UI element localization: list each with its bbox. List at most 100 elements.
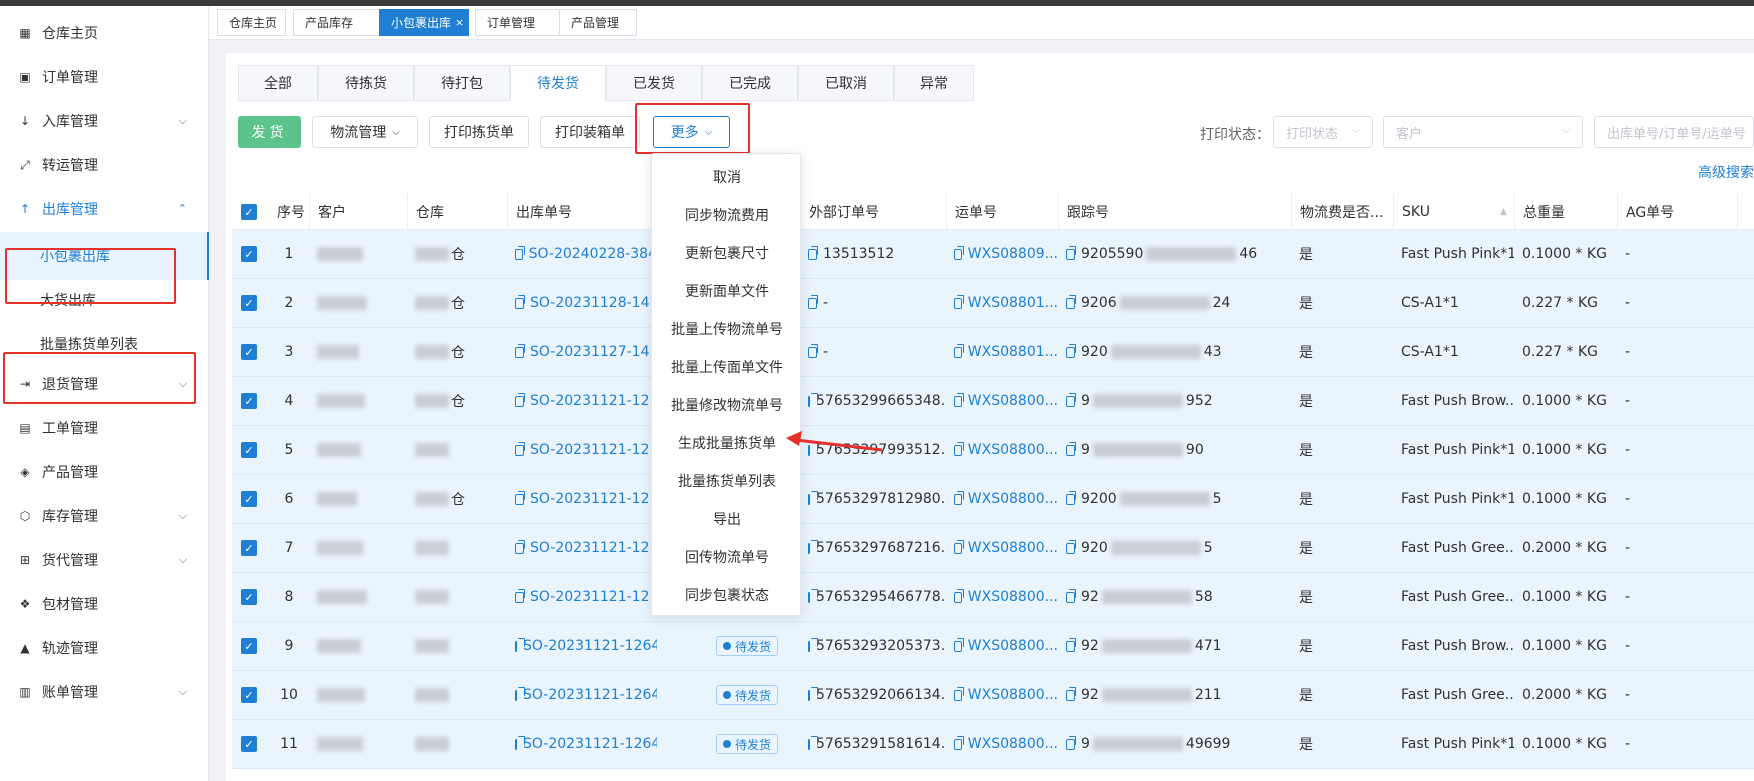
row-checkbox[interactable]: ✓ xyxy=(241,638,257,654)
menu-item-batch-upload-tracking[interactable]: 批量上传物流单号 xyxy=(652,310,802,348)
cell-waybill[interactable]: WXS08800... xyxy=(946,524,1058,572)
table-row[interactable]: ✓ 2 仓 SO-20231128-14 - WXS08801... 9206 24 是 CS-A… xyxy=(232,279,1754,328)
sidebar-item-inbound[interactable]: ↓ 入库管理 ⌵ xyxy=(0,100,209,142)
cell-waybill[interactable]: WXS08801... xyxy=(946,328,1058,376)
copy-icon[interactable] xyxy=(515,539,525,554)
row-checkbox[interactable]: ✓ xyxy=(241,393,257,409)
outbound-no-link[interactable]: SO-20231128-14 xyxy=(530,295,649,311)
tag-product-management[interactable]: 产品管理 xyxy=(559,9,637,36)
tab-completed[interactable]: 已完成 xyxy=(702,65,798,101)
tab-shipped[interactable]: 已发货 xyxy=(606,65,702,101)
copy-icon[interactable] xyxy=(515,588,525,603)
menu-item-return-tracking[interactable]: 回传物流单号 xyxy=(652,538,802,576)
copy-icon[interactable] xyxy=(954,343,964,358)
cell-outbound-no[interactable]: SO-20231121-12 xyxy=(507,426,657,474)
sidebar-item-tracking[interactable]: ▲ 轨迹管理 xyxy=(0,627,209,669)
row-checkbox[interactable]: ✓ xyxy=(241,687,257,703)
outbound-no-link[interactable]: SO-20231121-12 xyxy=(530,540,649,556)
copy-icon[interactable] xyxy=(954,588,964,603)
cell-waybill[interactable]: WXS08800... xyxy=(946,426,1058,474)
waybill-link[interactable]: WXS08809... xyxy=(968,246,1058,262)
copy-icon[interactable] xyxy=(808,490,818,505)
outbound-no-link[interactable]: SO-20231121-12 xyxy=(530,589,649,605)
menu-item-generate-batch-pick-list[interactable]: 生成批量拣货单 xyxy=(652,424,802,462)
copy-icon[interactable] xyxy=(515,441,525,456)
sidebar-item-warehouse-home[interactable]: ▦ 仓库主页 xyxy=(0,12,209,54)
copy-icon[interactable] xyxy=(808,637,818,652)
waybill-link[interactable]: WXS08800... xyxy=(968,491,1058,507)
copy-icon[interactable] xyxy=(515,294,525,309)
tag-warehouse-home[interactable]: 仓库主页 xyxy=(217,9,286,36)
sidebar-item-tickets[interactable]: ▤ 工单管理 xyxy=(0,407,209,449)
sort-icon[interactable]: ▲ xyxy=(1500,207,1507,217)
tab-all[interactable]: 全部 xyxy=(238,65,318,101)
menu-item-update-parcel-size[interactable]: 更新包裹尺寸 xyxy=(652,234,802,272)
outbound-no-link[interactable]: SO-20231127-14 xyxy=(530,344,649,360)
table-row[interactable]: ✓ 1 仓 SO-20240228-384 13513512 WXS08809... 920… xyxy=(232,230,1754,279)
tag-order-management[interactable]: 订单管理 xyxy=(475,9,561,36)
menu-item-cancel[interactable]: 取消 xyxy=(652,158,802,196)
copy-icon[interactable] xyxy=(808,294,818,309)
copy-icon[interactable] xyxy=(515,637,525,652)
row-checkbox[interactable]: ✓ xyxy=(241,246,257,262)
tag-small-parcel-outbound[interactable]: 小包裹出库 × xyxy=(379,9,469,36)
copy-icon[interactable] xyxy=(1066,441,1076,456)
sidebar-item-orders[interactable]: ▣ 订单管理 xyxy=(0,56,209,98)
cell-waybill[interactable]: WXS08800... xyxy=(946,377,1058,425)
cell-waybill[interactable]: WXS08800... xyxy=(946,622,1058,670)
table-row[interactable]: ✓ 10 SO-20231121-126423 待发货 57653292066134..… xyxy=(232,671,1754,720)
cell-outbound-no[interactable]: SO-20231121-126424 xyxy=(507,622,657,670)
waybill-link[interactable]: WXS08801... xyxy=(968,295,1058,311)
waybill-link[interactable]: WXS08801... xyxy=(968,344,1058,360)
print-status-select[interactable]: 打印状态 ⌵ xyxy=(1273,116,1373,148)
more-dropdown-button[interactable]: 更多 ⌵ xyxy=(653,116,730,148)
cell-waybill[interactable]: WXS08800... xyxy=(946,671,1058,719)
copy-icon[interactable] xyxy=(1066,294,1076,309)
waybill-link[interactable]: WXS08800... xyxy=(968,589,1058,605)
cell-waybill[interactable]: WXS08800... xyxy=(946,475,1058,523)
cell-outbound-no[interactable]: SO-20231121-12 xyxy=(507,475,657,523)
cell-waybill[interactable]: WXS08801... xyxy=(946,279,1058,327)
logistics-dropdown-button[interactable]: 物流管理 ⌵ xyxy=(312,116,418,148)
table-row[interactable]: ✓ 7 SO-20231121-12 57653297687216... WXS0880… xyxy=(232,524,1754,573)
waybill-link[interactable]: WXS08800... xyxy=(968,393,1058,409)
menu-item-batch-edit-tracking[interactable]: 批量修改物流单号 xyxy=(652,386,802,424)
copy-icon[interactable] xyxy=(808,343,818,358)
cell-outbound-no[interactable]: SO-20231121-12 xyxy=(507,524,657,572)
copy-icon[interactable] xyxy=(515,686,525,701)
sidebar-subitem-small-parcel-outbound[interactable]: 小包裹出库 xyxy=(0,232,209,280)
advanced-search-link[interactable]: 高级搜索 xyxy=(1698,162,1754,182)
cell-outbound-no[interactable]: SO-20231121-126422 xyxy=(507,720,657,768)
waybill-link[interactable]: WXS08800... xyxy=(968,736,1058,752)
waybill-link[interactable]: WXS08800... xyxy=(968,540,1058,556)
copy-icon[interactable] xyxy=(808,441,818,456)
outbound-no-link[interactable]: SO-20231121-126423 xyxy=(523,687,657,703)
print-packing-list-button[interactable]: 打印装箱单 xyxy=(540,116,640,148)
cell-waybill[interactable]: WXS08800... xyxy=(946,720,1058,768)
row-checkbox[interactable]: ✓ xyxy=(241,736,257,752)
sidebar-item-forwarder[interactable]: ⊞ 货代管理 ⌵ xyxy=(0,539,209,581)
copy-icon[interactable] xyxy=(808,392,818,407)
sidebar-subitem-batch-pick-list[interactable]: 批量拣货单列表 xyxy=(0,320,209,368)
copy-icon[interactable] xyxy=(954,735,964,750)
column-header-sku[interactable]: SKU ▲ xyxy=(1393,194,1514,230)
sidebar-item-transfer[interactable]: ⤢ 转运管理 xyxy=(0,144,209,186)
sidebar-item-returns[interactable]: ⇥ 退货管理 ⌵ xyxy=(0,363,209,405)
row-checkbox[interactable]: ✓ xyxy=(241,295,257,311)
table-row[interactable]: ✓ 6 仓 SO-20231121-12 57653297812980... WXS088… xyxy=(232,475,1754,524)
tab-pending-ship[interactable]: 待发货 xyxy=(510,65,606,101)
tab-cancelled[interactable]: 已取消 xyxy=(798,65,894,101)
tab-pending-pick[interactable]: 待拣货 xyxy=(318,65,414,101)
customer-select[interactable]: 客户 ⌵ xyxy=(1383,116,1583,148)
copy-icon[interactable] xyxy=(954,539,964,554)
copy-icon[interactable] xyxy=(954,245,964,260)
waybill-link[interactable]: WXS08800... xyxy=(968,638,1058,654)
menu-item-export[interactable]: 导出 xyxy=(652,500,802,538)
copy-icon[interactable] xyxy=(954,490,964,505)
copy-icon[interactable] xyxy=(515,735,525,750)
row-checkbox[interactable]: ✓ xyxy=(241,442,257,458)
copy-icon[interactable] xyxy=(808,686,818,701)
copy-icon[interactable] xyxy=(808,245,818,260)
print-pick-list-button[interactable]: 打印拣货单 xyxy=(429,116,529,148)
cell-waybill[interactable]: WXS08809... xyxy=(946,230,1058,278)
